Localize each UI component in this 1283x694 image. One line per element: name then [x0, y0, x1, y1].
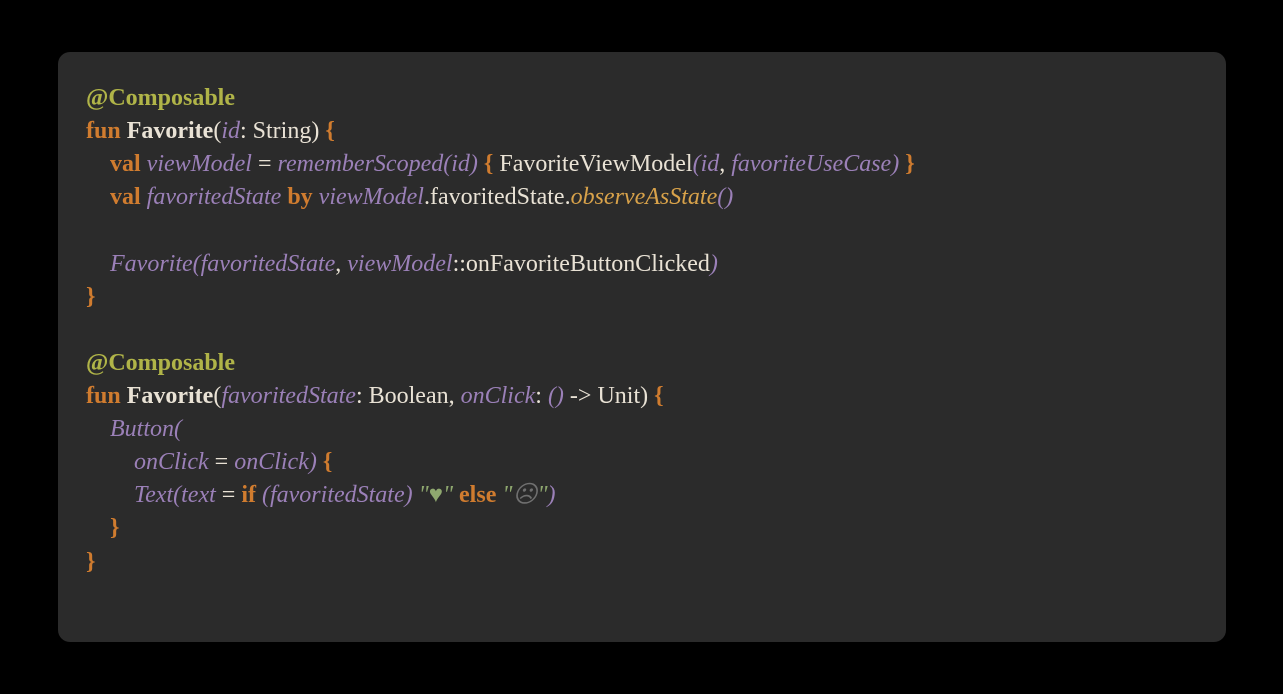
brace-close: }	[905, 151, 914, 177]
member-observeasstate: observeAsState	[571, 184, 718, 210]
code-line-6: Favorite(favoritedState, viewModel::onFa…	[86, 251, 718, 277]
var-favoritedstate: favoritedState	[147, 184, 282, 210]
code-line-10: fun Favorite(favoritedState: Boolean, on…	[86, 383, 664, 409]
annotation-composable: @Composable	[86, 85, 235, 111]
code-line-7: }	[86, 284, 95, 310]
param-text: text	[181, 482, 216, 508]
keyword-else: else	[459, 482, 496, 508]
comma: ,	[449, 383, 461, 409]
param-id: id	[221, 118, 240, 144]
var-viewmodel: viewModel	[147, 151, 252, 177]
keyword-fun: fun	[86, 383, 121, 409]
indent	[86, 184, 110, 210]
brace-open: {	[325, 118, 334, 144]
paren-close: )	[405, 482, 413, 508]
arg-favoriteusecase: favoriteUseCase	[731, 151, 891, 177]
ref-onfavoritebuttonclicked: onFavoriteButtonClicked	[466, 251, 710, 277]
equals: =	[252, 151, 278, 177]
equals: =	[216, 482, 242, 508]
annotation-composable: @Composable	[86, 350, 235, 376]
string-quote: "	[537, 482, 547, 508]
code-block: @Composable fun Favorite(id: String) { v…	[86, 82, 1198, 579]
keyword-if: if	[241, 482, 256, 508]
ref-onclick: onClick	[234, 449, 309, 475]
code-line-3: val viewModel = rememberScoped(id) { Fav…	[86, 151, 915, 177]
type-unit: Unit	[597, 383, 640, 409]
paren-open: (	[173, 482, 181, 508]
paren-open: (	[262, 482, 270, 508]
indent	[86, 449, 134, 475]
code-line-2: fun Favorite(id: String) {	[86, 118, 335, 144]
param-favoritedstate: favoritedState	[221, 383, 356, 409]
indent	[86, 482, 134, 508]
paren-close: )	[710, 251, 718, 277]
type-string: String	[253, 118, 312, 144]
parens: ()	[717, 184, 733, 210]
paren-close: )	[309, 449, 323, 475]
keyword-by: by	[287, 184, 312, 210]
ref-favoritedstate: favoritedState	[270, 482, 405, 508]
colon: :	[535, 383, 548, 409]
brace-close: }	[110, 515, 119, 541]
arg-favoritedstate: favoritedState	[201, 251, 336, 277]
type-boolean: Boolean	[369, 383, 449, 409]
indent	[86, 151, 110, 177]
indent	[86, 251, 110, 277]
paren-close: )	[548, 482, 556, 508]
arrow: ->	[564, 383, 598, 409]
ref-viewmodel: viewModel	[347, 251, 452, 277]
code-panel: @Composable fun Favorite(id: String) { v…	[58, 52, 1226, 642]
code-line-4: val favoritedState by viewModel.favorite…	[86, 184, 733, 210]
sad-face-icon: ☹	[512, 482, 537, 508]
keyword-val: val	[110, 151, 141, 177]
code-line-14: }	[86, 515, 119, 541]
paren-close: )	[311, 118, 325, 144]
indent	[86, 515, 110, 541]
code-line-9: @Composable	[86, 350, 235, 376]
keyword-val: val	[110, 184, 141, 210]
paren-close: )	[470, 151, 484, 177]
arg-id: id	[451, 151, 470, 177]
param-onclick: onClick	[134, 449, 209, 475]
comma: ,	[335, 251, 347, 277]
string-quote: "	[502, 482, 512, 508]
class-favoriteviewmodel: FavoriteViewModel	[499, 151, 692, 177]
equals: =	[209, 449, 235, 475]
call-text: Text	[134, 482, 173, 508]
heart-icon: ♥	[429, 482, 443, 508]
indent	[86, 416, 110, 442]
func-name-favorite: Favorite	[127, 383, 214, 409]
string-quote: "	[419, 482, 429, 508]
colon: :	[356, 383, 369, 409]
keyword-fun: fun	[86, 118, 121, 144]
paren-open: (	[193, 251, 201, 277]
code-line-12: onClick = onClick) {	[86, 449, 332, 475]
brace-close: }	[86, 549, 95, 575]
call-rememberscoped: rememberScoped	[278, 151, 444, 177]
brace-close: }	[86, 284, 95, 310]
call-favorite: Favorite	[110, 251, 193, 277]
member-favoritedstate: favoritedState	[430, 184, 565, 210]
paren-open: (	[693, 151, 701, 177]
func-name-favorite: Favorite	[127, 118, 214, 144]
paren-open: (	[174, 416, 182, 442]
string-quote: "	[443, 482, 453, 508]
arg-id: id	[701, 151, 720, 177]
code-line-13: Text(text = if (favoritedState) "♥" else…	[86, 482, 556, 508]
code-line-15: }	[86, 549, 95, 575]
brace-open: {	[484, 151, 493, 177]
call-button: Button	[110, 416, 174, 442]
param-onclick: onClick	[461, 383, 536, 409]
brace-open: {	[323, 449, 332, 475]
type-fn-parens: ()	[548, 383, 564, 409]
double-colon: ::	[453, 251, 466, 277]
ref-viewmodel: viewModel	[319, 184, 424, 210]
brace-open: {	[654, 383, 663, 409]
code-line-1: @Composable	[86, 85, 235, 111]
paren-close: )	[640, 383, 654, 409]
code-line-11: Button(	[86, 416, 182, 442]
colon: :	[240, 118, 253, 144]
comma: ,	[719, 151, 731, 177]
